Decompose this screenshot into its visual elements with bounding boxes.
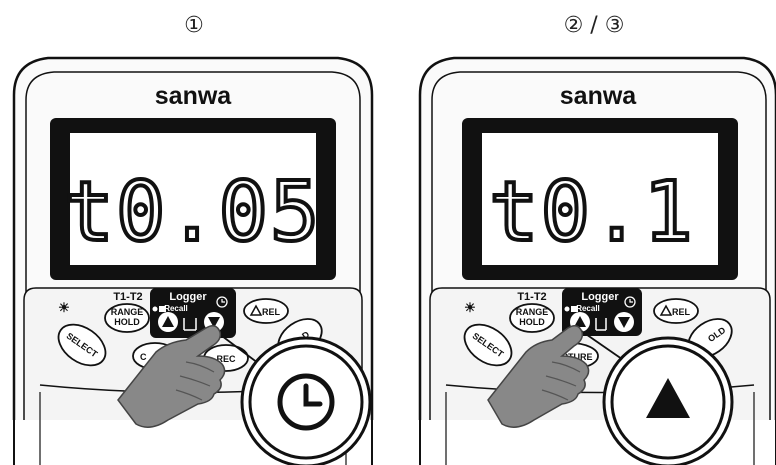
lcd-reading: t0.05 [65,165,322,260]
hold-label: HOLD [519,317,545,327]
capture-label: C [140,352,147,362]
range-hold-button[interactable]: RANGE HOLD [509,303,555,333]
logger-panel: Logger Recall [150,288,236,338]
rel-button[interactable]: REL [243,298,289,324]
t1t2-label: T1-T2 [517,291,546,303]
brand-logo: sanwa [155,82,233,110]
logger-label: Logger [169,291,207,303]
range-label: RANGE [111,307,144,317]
zoom-callout [602,336,734,465]
backlight-icon: ☀ [464,300,476,315]
panel-2: ② / ③ sanwa t0.1 ☀ T1-T2 RANGE HOLD Logg… [418,13,776,465]
step-label: ② / ③ [564,13,625,38]
meter-diagram: ① sanwa t0.05 ☀ T1-T2 RANGE HOLD Logger … [12,13,776,465]
rel-label: REL [672,307,691,317]
rel-label: REL [262,307,281,317]
up-button[interactable] [158,312,178,332]
t1t2-label: T1-T2 [113,291,142,303]
rel-button[interactable]: REL [653,298,699,324]
step-label: ① [184,13,204,38]
range-hold-button[interactable]: RANGE HOLD [104,303,150,333]
panel-1: ① sanwa t0.05 ☀ T1-T2 RANGE HOLD Logger … [12,13,374,465]
hold-label: HOLD [114,317,140,327]
recall-label: Recall [576,304,600,313]
zoom-callout [240,336,372,465]
brand-logo: sanwa [560,82,638,110]
backlight-icon: ☀ [58,300,70,315]
lcd-reading: t0.1 [489,165,694,260]
logger-label: Logger [581,291,619,303]
range-label: RANGE [516,307,549,317]
clock-button[interactable] [614,312,634,332]
recall-label: Recall [164,304,188,313]
